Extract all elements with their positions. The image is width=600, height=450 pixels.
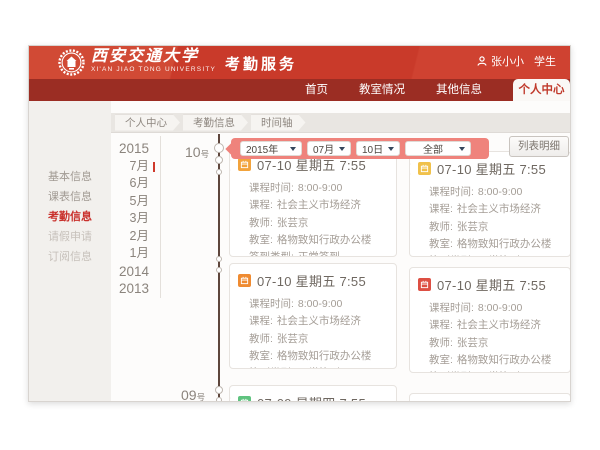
sidebar-item-schedule-info[interactable]: 课表信息 bbox=[29, 187, 111, 207]
sidebar: 基本信息 课表信息 考勤信息 请假申请 订阅信息 bbox=[29, 101, 111, 402]
user-name: 张小小 bbox=[491, 53, 524, 69]
timeline-entry-february[interactable]: 2月 bbox=[113, 228, 149, 246]
timeline-entry-label: 7月 bbox=[130, 159, 149, 173]
timeline-node bbox=[216, 397, 222, 402]
card-time: 课程时间:8:00-9:00 bbox=[249, 296, 388, 313]
calendar-icon bbox=[418, 278, 431, 291]
breadcrumb: 个人中心 考勤信息 时间轴 bbox=[111, 113, 571, 133]
card-room: 教室:格物致知行政办公楼 bbox=[249, 348, 388, 365]
timeline-entry-january[interactable]: 1月 bbox=[113, 245, 149, 263]
month-select-value: 07月 bbox=[313, 141, 334, 156]
sidebar-item-basic-info[interactable]: 基本信息 bbox=[29, 167, 111, 187]
filter-bar: 2015年 07月 10日 全部 bbox=[231, 138, 489, 159]
attendance-card[interactable] bbox=[409, 393, 571, 402]
timeline-year-list: 2015 7月 6月 5月 3月 2月 1月 2014 2013 bbox=[113, 140, 149, 298]
breadcrumb-timeline[interactable]: 时间轴 bbox=[251, 115, 306, 131]
sidebar-item-attendance-info[interactable]: 考勤信息 bbox=[29, 207, 111, 227]
calendar-icon bbox=[418, 162, 431, 175]
day-select[interactable]: 10日 bbox=[356, 141, 400, 156]
timeline-node bbox=[215, 156, 223, 164]
nav-item-home[interactable]: 首页 bbox=[305, 79, 328, 101]
sidebar-item-leave-request[interactable]: 请假申请 bbox=[29, 227, 111, 247]
day-label-09: 09号 bbox=[181, 387, 205, 402]
app-title: 考勤服务 bbox=[225, 53, 297, 74]
calendar-icon bbox=[238, 158, 251, 171]
breadcrumb-attendance-info[interactable]: 考勤信息 bbox=[183, 115, 248, 131]
card-date: 07-10 星期五 7:55 bbox=[257, 271, 366, 290]
card-room: 教室:格物致知行政办公楼 bbox=[249, 232, 388, 249]
card-course: 课程:社会主义市场经济 bbox=[429, 201, 562, 218]
year-select[interactable]: 2015年 bbox=[240, 141, 302, 156]
university-name-en: XI'AN JIAO TONG UNIVERSITY bbox=[91, 66, 216, 74]
card-date: 07-09 星期四 7:55 bbox=[257, 393, 366, 402]
type-select-value: 全部 bbox=[423, 141, 443, 156]
app-header: 西安交通大学 XI'AN JIAO TONG UNIVERSITY 考勤服务 张… bbox=[29, 46, 570, 79]
sidebar-item-subscription-info[interactable]: 订阅信息 bbox=[29, 247, 111, 267]
card-course: 课程:社会主义市场经济 bbox=[249, 313, 388, 330]
year-select-value: 2015年 bbox=[246, 141, 278, 156]
card-sign-type: 签到类型:正常签到 bbox=[429, 253, 562, 257]
attendance-card[interactable]: 07-10 星期五 7:55 课程时间:8:00-9:00 课程:社会主义市场经… bbox=[229, 147, 397, 257]
university-name-cn: 西安交通大学 bbox=[91, 48, 216, 66]
timeline-entry-2015[interactable]: 2015 bbox=[113, 140, 149, 158]
card-teacher: 教师:张芸京 bbox=[249, 331, 388, 348]
timeline-entry-2014[interactable]: 2014 bbox=[113, 263, 149, 281]
attendance-card[interactable]: 07-10 星期五 7:55 课程时间:8:00-9:00 课程:社会主义市场经… bbox=[409, 151, 571, 257]
card-time: 课程时间:8:00-9:00 bbox=[249, 180, 388, 197]
nav-item-personal-center[interactable]: 个人中心 bbox=[513, 79, 570, 101]
timeline-node bbox=[214, 143, 224, 153]
app-window: 西安交通大学 XI'AN JIAO TONG UNIVERSITY 考勤服务 张… bbox=[28, 45, 571, 402]
timeline-entry-2013[interactable]: 2013 bbox=[113, 280, 149, 298]
chevron-down-icon bbox=[290, 147, 296, 151]
card-teacher: 教师:张芸京 bbox=[429, 219, 562, 236]
page-background: 西安交通大学 XI'AN JIAO TONG UNIVERSITY 考勤服务 张… bbox=[0, 0, 600, 450]
attendance-card[interactable]: 07-10 星期五 7:55 课程时间:8:00-9:00 课程:社会主义市场经… bbox=[229, 263, 397, 369]
user-account[interactable]: 张小小 学生 bbox=[477, 53, 556, 69]
calendar-icon bbox=[238, 274, 251, 287]
timeline-node bbox=[216, 267, 222, 273]
timeline-entry-march[interactable]: 3月 bbox=[113, 210, 149, 228]
timeline-entry-july-active[interactable]: 7月 bbox=[113, 158, 149, 176]
type-select[interactable]: 全部 bbox=[405, 141, 471, 156]
card-time: 课程时间:8:00-9:00 bbox=[429, 300, 562, 317]
card-course: 课程:社会主义市场经济 bbox=[429, 317, 562, 334]
day-select-value: 10日 bbox=[362, 141, 383, 156]
card-course: 课程:社会主义市场经济 bbox=[249, 197, 388, 214]
card-sign-type: 签到类型:正常签到 bbox=[429, 369, 562, 373]
card-sign-type: 签到类型:正常签到 bbox=[249, 249, 388, 257]
chevron-down-icon bbox=[339, 147, 345, 151]
card-date: 07-10 星期五 7:55 bbox=[437, 275, 546, 294]
timeline-node bbox=[216, 169, 222, 175]
calendar-icon bbox=[238, 396, 251, 402]
card-time: 课程时间:8:00-9:00 bbox=[429, 184, 562, 201]
breadcrumb-personal-center[interactable]: 个人中心 bbox=[115, 115, 180, 131]
attendance-card[interactable]: 07-10 星期五 7:55 课程时间:8:00-9:00 课程:社会主义市场经… bbox=[409, 267, 571, 373]
card-date: 07-10 星期五 7:55 bbox=[437, 159, 546, 178]
chevron-down-icon bbox=[388, 147, 394, 151]
university-name-block: 西安交通大学 XI'AN JIAO TONG UNIVERSITY bbox=[91, 48, 216, 74]
card-room: 教室:格物致知行政办公楼 bbox=[429, 236, 562, 253]
card-room: 教室:格物致知行政办公楼 bbox=[429, 352, 562, 369]
card-sign-type: 签到类型:正常签到 bbox=[249, 365, 388, 369]
university-logo-icon bbox=[58, 49, 85, 76]
timeline-entry-june[interactable]: 6月 bbox=[113, 175, 149, 193]
user-icon bbox=[477, 56, 487, 66]
timeline-node bbox=[215, 386, 223, 394]
timeline-node bbox=[216, 256, 222, 262]
attendance-card[interactable]: 07-09 星期四 7:55 bbox=[229, 385, 397, 402]
rail-divider bbox=[160, 136, 161, 298]
card-teacher: 教师:张芸京 bbox=[429, 335, 562, 352]
user-role: 学生 bbox=[534, 53, 556, 69]
chevron-down-icon bbox=[459, 147, 465, 151]
nav-item-other-info[interactable]: 其他信息 bbox=[436, 79, 482, 101]
main-nav: 首页 教室情况 其他信息 个人中心 bbox=[29, 79, 570, 101]
list-detail-button[interactable]: 列表明细 bbox=[509, 136, 569, 157]
timeline-entry-may[interactable]: 5月 bbox=[113, 193, 149, 211]
card-teacher: 教师:张芸京 bbox=[249, 215, 388, 232]
month-select[interactable]: 07月 bbox=[307, 141, 351, 156]
day-label-10: 10号 bbox=[185, 144, 209, 160]
nav-item-classrooms[interactable]: 教室情况 bbox=[359, 79, 405, 101]
active-month-tick bbox=[153, 162, 156, 172]
